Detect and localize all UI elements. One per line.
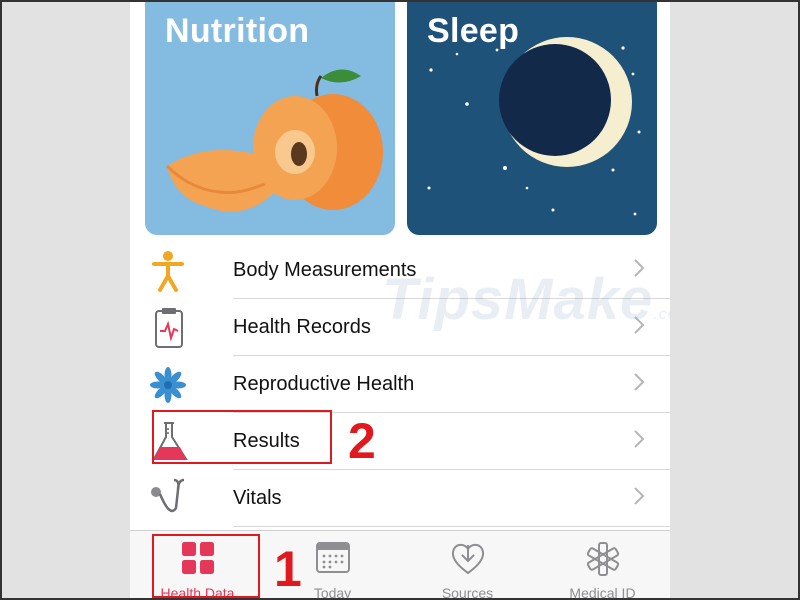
tab-medical-id[interactable]: Medical ID — [535, 531, 670, 600]
tab-label: Medical ID — [569, 585, 636, 600]
divider — [233, 526, 670, 527]
category-row-health-records[interactable]: Health Records — [130, 299, 670, 356]
chevron-right-icon — [634, 373, 645, 391]
sleep-tile[interactable]: Sleep — [407, 2, 657, 235]
tab-sources[interactable]: Sources — [400, 531, 535, 600]
category-row-vitals[interactable]: Vitals — [130, 470, 670, 527]
nutrition-tile[interactable]: Nutrition — [145, 2, 395, 235]
download-heart-icon — [451, 543, 484, 575]
health-app-screen: Nutrition Sleep Body Measurements Health… — [130, 2, 670, 600]
calendar-icon — [315, 542, 350, 573]
chevron-right-icon — [634, 316, 645, 334]
results-highlight-box — [152, 410, 332, 464]
health-data-highlight-box — [152, 534, 260, 598]
category-label: Health Records — [233, 316, 371, 338]
category-list: Body Measurements Health Records Reprodu… — [130, 242, 670, 527]
category-label: Reproductive Health — [233, 373, 415, 395]
asterisk-icon — [586, 542, 619, 576]
category-label: Body Measurements — [233, 259, 417, 281]
chevron-right-icon — [634, 487, 645, 505]
screenshot-frame: Nutrition Sleep Body Measurements Health… — [0, 0, 800, 600]
body-figure-icon — [152, 251, 184, 292]
sleep-title: Sleep — [427, 12, 520, 50]
category-label: Vitals — [233, 487, 282, 509]
category-row-body-measurements[interactable]: Body Measurements — [130, 242, 670, 299]
step-1-marker: 1 — [274, 541, 302, 597]
snowflake-flower-icon — [150, 367, 186, 403]
nutrition-title: Nutrition — [165, 12, 310, 50]
clipboard-heartbeat-icon — [155, 308, 183, 348]
stethoscope-icon — [151, 478, 185, 513]
category-row-reproductive-health[interactable]: Reproductive Health — [130, 356, 670, 413]
step-2-marker: 2 — [348, 413, 376, 469]
tab-label: Sources — [441, 585, 494, 600]
chevron-right-icon — [634, 430, 645, 448]
chevron-right-icon — [634, 259, 645, 277]
